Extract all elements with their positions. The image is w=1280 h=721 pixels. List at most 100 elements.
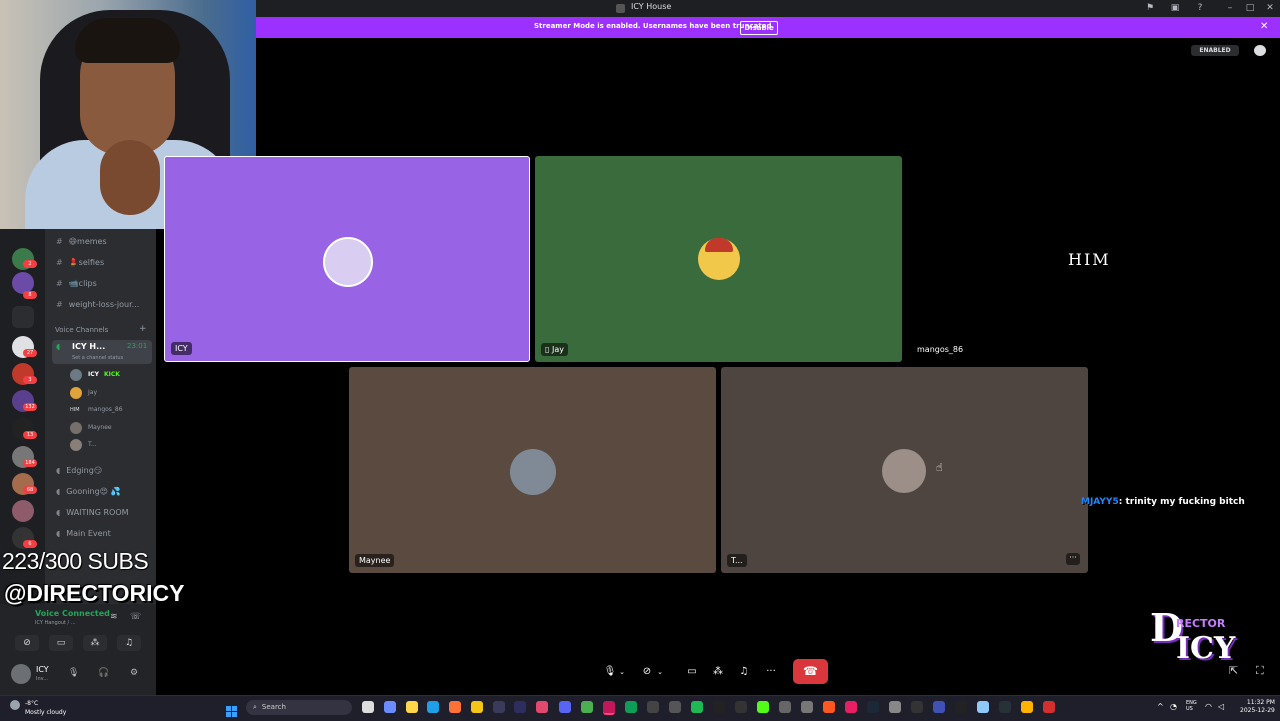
channel-clips[interactable]: # 📹clips [56, 279, 97, 288]
voice-user-name[interactable]: ICY [88, 371, 99, 378]
soundboard-button[interactable]: ♫ [117, 635, 141, 651]
channel-weight-loss[interactable]: # weight-loss-jour... [56, 300, 139, 309]
voice-user-name[interactable]: Jay [88, 389, 97, 396]
channel-memes[interactable]: # 😄memes [56, 237, 107, 246]
microphone-icon[interactable]: 🎙 [68, 668, 79, 678]
channel-selfies[interactable]: # 💄selfies [56, 258, 104, 267]
wifi-icon[interactable]: ◠ [1205, 702, 1212, 711]
chrome-icon[interactable] [581, 701, 593, 713]
headphones-icon[interactable]: 🎧 [98, 668, 109, 678]
app-icon[interactable] [911, 701, 923, 713]
maximize-icon[interactable]: □ [1245, 3, 1255, 13]
voice-connected-channel[interactable]: ICY Hangout / ... [35, 620, 76, 626]
clock[interactable]: 11:32 PM 2025-12-29 [1240, 699, 1275, 715]
camera-off-button[interactable]: ⊘ [15, 635, 39, 651]
weather-icon[interactable] [10, 700, 20, 710]
voice-connected-status[interactable]: Voice Connected [35, 609, 110, 618]
app-icon[interactable] [779, 701, 791, 713]
app-icon[interactable] [1043, 701, 1055, 713]
steam-icon[interactable] [867, 701, 879, 713]
hang-up-button[interactable]: ☎ [793, 659, 828, 684]
video-tile-jay[interactable]: ▯ Jay [535, 156, 902, 362]
server-icon[interactable] [12, 500, 34, 522]
firefox-icon[interactable] [449, 701, 461, 713]
app-icon[interactable] [406, 701, 418, 713]
app-icon[interactable] [625, 701, 637, 713]
voice-channel-edging[interactable]: ◖ Edging😏 [56, 466, 102, 475]
inbox-icon[interactable]: ⚑ [1145, 3, 1155, 13]
avatar [70, 369, 82, 381]
app-icon[interactable] [889, 701, 901, 713]
folder-icon[interactable] [12, 306, 34, 328]
screen-icon[interactable]: ▣ [1170, 3, 1180, 13]
voice-channels-header[interactable]: Voice Channels [55, 326, 108, 334]
voice-channel-gooning[interactable]: ◖ Gooning😍 💦 [56, 487, 121, 496]
x-icon[interactable] [955, 701, 967, 713]
video-tile-maynee[interactable]: Maynee [349, 367, 716, 573]
app-icon[interactable] [933, 701, 945, 713]
username[interactable]: ICY [36, 665, 49, 674]
disable-button[interactable]: Disable [740, 21, 778, 35]
app-icon[interactable] [514, 701, 526, 713]
activities-icon[interactable]: ⁂ [708, 663, 728, 681]
language-indicator[interactable]: ENG US [1186, 700, 1197, 712]
voice-user-name[interactable]: mangos_86 [88, 406, 123, 413]
activities-button[interactable]: ⁂ [83, 635, 107, 651]
add-channel-icon[interactable]: + [139, 324, 147, 334]
spotify-icon[interactable] [691, 701, 703, 713]
video-tile-mangos[interactable]: HIM mangos_86 [907, 156, 1274, 362]
voice-user-name[interactable]: Maynee [88, 424, 112, 431]
chevron-down-icon[interactable]: ⌄ [655, 663, 665, 681]
app-icon[interactable] [713, 701, 725, 713]
edge-icon[interactable] [427, 701, 439, 713]
file-explorer-icon[interactable] [471, 701, 483, 713]
more-options-icon[interactable]: ··· [1066, 553, 1080, 565]
voice-channel-waiting-room[interactable]: ◖ WAITING ROOM [56, 508, 129, 517]
signal-icon[interactable]: ≋ [110, 612, 118, 622]
help-icon[interactable]: ? [1195, 3, 1205, 13]
voice-user-name[interactable]: T... [88, 441, 97, 448]
app-icon[interactable] [999, 701, 1011, 713]
volume-icon[interactable]: ◁ [1218, 702, 1224, 711]
soundboard-icon[interactable]: ♫ [734, 663, 754, 681]
app-icon[interactable] [603, 701, 615, 715]
video-tile-t[interactable]: T... ··· [721, 367, 1088, 573]
camera-off-icon[interactable]: ⊘ [637, 663, 657, 681]
app-icon[interactable] [536, 701, 548, 713]
app-icon[interactable] [384, 701, 396, 713]
chat-icon[interactable] [1254, 45, 1266, 56]
network-icon[interactable]: ◔ [1170, 702, 1177, 711]
app-icon[interactable] [735, 701, 747, 713]
close-window-icon[interactable]: ✕ [1265, 3, 1275, 13]
avatar[interactable] [11, 664, 31, 684]
task-view-icon[interactable] [362, 701, 374, 713]
more-icon[interactable]: ··· [761, 663, 781, 681]
fullscreen-icon[interactable]: ⛶ [1256, 664, 1264, 678]
app-icon[interactable] [1021, 701, 1033, 713]
chevron-down-icon[interactable]: ⌄ [617, 663, 627, 681]
close-icon[interactable]: ✕ [1260, 21, 1268, 32]
server-icon [616, 4, 625, 13]
gear-icon[interactable]: ⚙ [130, 668, 138, 678]
app-icon[interactable] [647, 701, 659, 713]
video-tile-icy[interactable]: ICY [164, 156, 530, 362]
minimize-icon[interactable]: – [1225, 3, 1235, 13]
taskbar-search[interactable]: ⌕ Search [246, 700, 352, 715]
app-icon[interactable] [823, 701, 835, 713]
screen-share-icon[interactable]: ▭ [682, 663, 702, 681]
app-icon[interactable] [493, 701, 505, 713]
weather-desc[interactable]: Mostly cloudy [25, 709, 66, 716]
chevron-up-icon[interactable]: ^ [1157, 702, 1164, 711]
weather-temp[interactable]: -8°C [25, 700, 38, 707]
discord-icon[interactable] [559, 701, 571, 713]
disconnect-icon[interactable]: ☏ [130, 612, 141, 622]
channel-status[interactable]: Set a channel status [72, 355, 123, 361]
app-icon[interactable] [977, 701, 989, 713]
app-icon[interactable] [845, 701, 857, 713]
voice-channel-main-event[interactable]: ◖ Main Event [56, 529, 111, 538]
app-icon[interactable] [801, 701, 813, 713]
kick-icon[interactable] [757, 701, 769, 713]
screen-share-button[interactable]: ▭ [49, 635, 73, 651]
app-icon[interactable] [669, 701, 681, 713]
windows-start-icon[interactable] [226, 702, 237, 717]
